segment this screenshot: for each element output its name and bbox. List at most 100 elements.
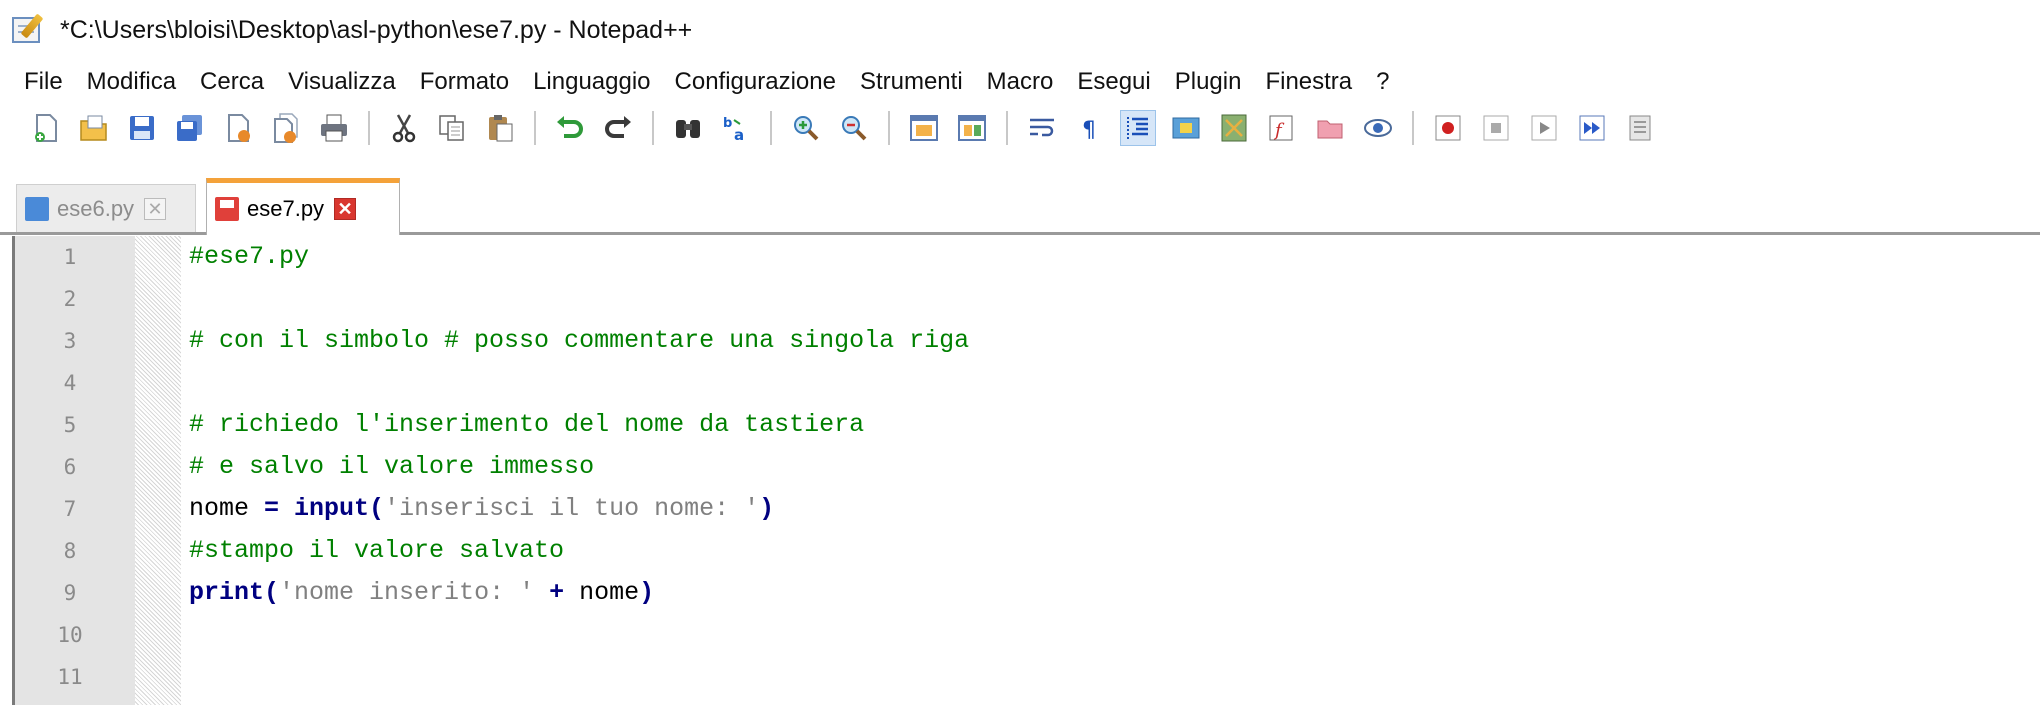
folder-as-workspace-icon[interactable] <box>1313 111 1347 145</box>
zoom-in-icon[interactable] <box>789 111 823 145</box>
tab-label: ese7.py <box>247 196 325 221</box>
code-line[interactable] <box>189 656 2040 698</box>
cut-icon[interactable] <box>387 111 421 145</box>
function-list-icon[interactable]: f <box>1265 111 1299 145</box>
toolbar-separator <box>368 111 370 145</box>
menu-bar: File Modifica Cerca Visualizza Formato L… <box>0 62 1402 102</box>
line-number: 10 <box>57 623 83 647</box>
comment-text: # richiedo l'inserimento del nome da tas… <box>189 410 865 439</box>
code-line[interactable]: #stampo il valore salvato <box>189 530 2040 572</box>
string-token: 'inserisci il tuo nome: ' <box>384 494 760 523</box>
menu-strumenti[interactable]: Strumenti <box>848 68 975 96</box>
paren-token: ( <box>264 578 280 607</box>
code-line[interactable]: print('nome inserito: ' + nome) <box>189 572 2040 614</box>
paste-icon[interactable] <box>483 111 517 145</box>
menu-linguaggio[interactable]: Linguaggio <box>521 68 662 96</box>
paren-token: ( <box>369 494 385 523</box>
code-editor[interactable]: 1 2 3 4 5 6 7 8 9 10 11 #ese7.py # con i… <box>12 236 2040 705</box>
code-line[interactable] <box>189 362 2040 404</box>
save-icon[interactable] <box>125 111 159 145</box>
stop-recording-icon[interactable] <box>1479 111 1513 145</box>
menu-esegui[interactable]: Esegui <box>1065 68 1162 96</box>
tab-ese7[interactable]: ese7.py ✕ <box>206 178 400 235</box>
saved-file-icon <box>25 196 49 221</box>
notepadpp-app-icon[interactable] <box>12 13 46 45</box>
code-line[interactable] <box>189 614 2040 656</box>
code-line[interactable]: # con il simbolo # posso commentare una … <box>189 320 2040 362</box>
code-line[interactable]: # e salvo il valore immesso <box>189 446 2040 488</box>
builtin-function-token: print <box>189 578 265 607</box>
svg-text:b: b <box>723 116 732 131</box>
identifier-token: nome <box>579 578 640 607</box>
code-text-area[interactable]: #ese7.py # con il simbolo # posso commen… <box>181 236 2040 705</box>
toolbar-separator <box>1412 111 1414 145</box>
zoom-out-icon[interactable] <box>837 111 871 145</box>
playback-icon[interactable] <box>1527 111 1561 145</box>
line-number: 6 <box>63 455 77 479</box>
indent-guide-icon[interactable] <box>1120 110 1156 146</box>
toolbar: ba ¶ f <box>0 104 1664 152</box>
menu-configurazione[interactable]: Configurazione <box>663 68 848 96</box>
paren-token: ) <box>639 578 655 607</box>
line-number: 11 <box>57 665 83 689</box>
menu-finestra[interactable]: Finestra <box>1253 68 1364 96</box>
code-line[interactable] <box>189 278 2040 320</box>
code-line[interactable]: nome = input('inserisci il tuo nome: ') <box>189 488 2040 530</box>
copy-icon[interactable] <box>435 111 469 145</box>
line-number: 3 <box>63 329 77 353</box>
toolbar-separator <box>652 111 654 145</box>
line-number: 5 <box>63 413 77 437</box>
tab-ese6[interactable]: ese6.py ✕ <box>16 184 196 232</box>
menu-plugin[interactable]: Plugin <box>1163 68 1254 96</box>
save-macro-icon[interactable] <box>1623 111 1657 145</box>
sync-horizontal-icon[interactable] <box>955 111 989 145</box>
paren-token: ) <box>759 494 775 523</box>
run-multiple-icon[interactable] <box>1575 111 1609 145</box>
user-language-icon[interactable] <box>1169 111 1203 145</box>
tab-label: ese6.py <box>57 195 135 221</box>
new-file-icon[interactable] <box>29 111 63 145</box>
menu-formato[interactable]: Formato <box>408 68 521 96</box>
menu-modifica[interactable]: Modifica <box>75 68 188 96</box>
word-wrap-icon[interactable] <box>1025 111 1059 145</box>
find-icon[interactable] <box>671 111 705 145</box>
comment-text: # con il simbolo # posso commentare una … <box>189 326 970 355</box>
line-number-gutter[interactable]: 1 2 3 4 5 6 7 8 9 10 11 <box>15 236 135 705</box>
line-number: 1 <box>63 245 77 269</box>
document-map-icon[interactable] <box>1217 111 1251 145</box>
toolbar-separator <box>770 111 772 145</box>
save-all-icon[interactable] <box>173 111 207 145</box>
line-number: 7 <box>63 497 77 521</box>
menu-cerca[interactable]: Cerca <box>188 68 276 96</box>
close-all-icon[interactable] <box>269 111 303 145</box>
menu-file[interactable]: File <box>0 68 75 96</box>
fold-margin[interactable] <box>135 236 181 705</box>
identifier-token: nome <box>189 494 250 523</box>
builtin-function-token: input <box>294 494 370 523</box>
close-tab-icon[interactable]: ✕ <box>144 197 167 220</box>
monitoring-icon[interactable] <box>1361 111 1395 145</box>
menu-visualizza[interactable]: Visualizza <box>276 68 408 96</box>
tab-bar: ese6.py ✕ ese7.py ✕ <box>0 178 2040 235</box>
svg-text:a: a <box>734 126 744 144</box>
code-line[interactable]: # richiedo l'inserimento del nome da tas… <box>189 404 2040 446</box>
undo-icon[interactable] <box>553 111 587 145</box>
record-macro-icon[interactable] <box>1431 111 1465 145</box>
close-tab-icon[interactable]: ✕ <box>334 198 357 220</box>
toolbar-separator <box>534 111 536 145</box>
svg-text:¶: ¶ <box>1082 118 1096 143</box>
operator-token: = <box>249 494 295 523</box>
unsaved-file-icon <box>215 197 239 221</box>
sync-vertical-icon[interactable] <box>907 111 941 145</box>
code-line[interactable]: #ese7.py <box>189 236 2040 278</box>
menu-help[interactable]: ? <box>1364 68 1401 96</box>
replace-icon[interactable]: ba <box>719 111 753 145</box>
line-number: 4 <box>63 371 77 395</box>
close-icon[interactable] <box>221 111 255 145</box>
title-bar: *C:\Users\bloisi\Desktop\asl-python\ese7… <box>0 0 2040 60</box>
print-icon[interactable] <box>317 111 351 145</box>
open-file-icon[interactable] <box>77 111 111 145</box>
menu-macro[interactable]: Macro <box>975 68 1066 96</box>
redo-icon[interactable] <box>601 111 635 145</box>
show-all-characters-icon[interactable]: ¶ <box>1073 111 1107 145</box>
